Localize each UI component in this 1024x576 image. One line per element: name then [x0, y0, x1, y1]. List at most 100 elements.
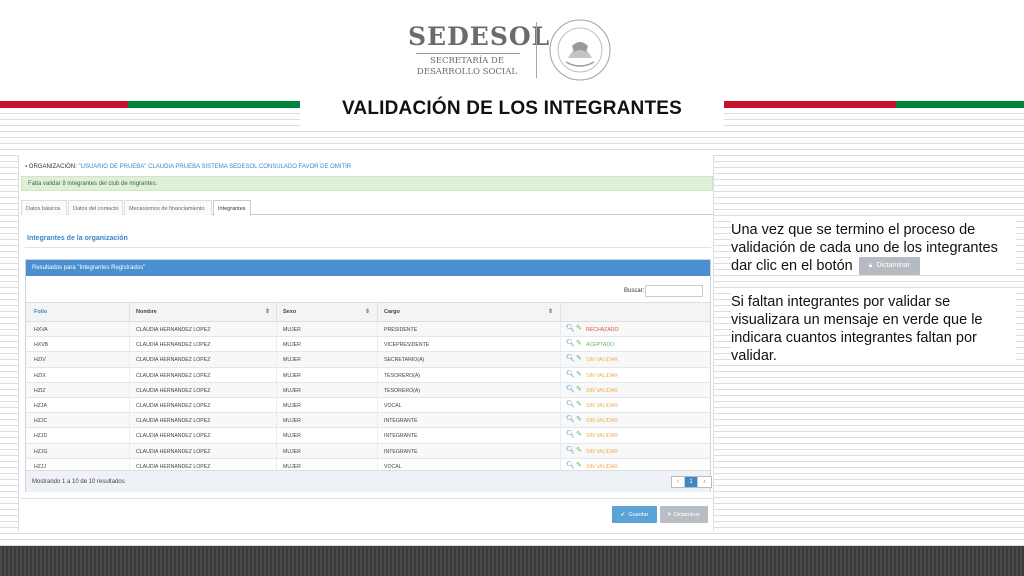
- cell-folio: HXVB: [34, 342, 49, 349]
- col-nombre[interactable]: Nombre: [136, 309, 157, 315]
- pencil-icon[interactable]: ✎: [576, 416, 582, 424]
- cell-folio: HZIV: [34, 357, 46, 364]
- cell-cargo: INTEGRANTE: [384, 418, 418, 425]
- members-table: Folio Nombre ⇕ Sexo ⇕ Cargo ⇕ HXVA CLAUDI…: [26, 302, 710, 474]
- tab-mecanismos[interactable]: Mecanismos de financiamiento: [124, 200, 212, 215]
- table-row: HZIV CLAUDIA HERNANDEZ LOPEZ MUJER SECRETAR…: [26, 352, 710, 368]
- save-button[interactable]: ✔ Guardar: [612, 506, 657, 523]
- cell-folio: HZIZ: [34, 387, 46, 394]
- status-badge: SIN VALIDAR: [586, 387, 618, 394]
- check-icon: ✔: [620, 511, 626, 518]
- col-divider: [377, 367, 378, 383]
- status-badge: SIN VALIDAR: [586, 433, 618, 440]
- cell-cargo: VOCAL: [384, 402, 402, 409]
- col-divider: [276, 397, 277, 413]
- tab-integrantes[interactable]: Integrantes: [213, 200, 251, 216]
- cell-folio: HZJA: [34, 402, 47, 409]
- col-sexo[interactable]: Sexo: [283, 309, 296, 315]
- search-icon[interactable]: 🔍︎: [566, 340, 575, 348]
- inline-dictaminar-button: 🔒︎ Dictaminar: [858, 257, 920, 276]
- col-divider: [276, 337, 277, 353]
- cell-sexo: MUJER: [283, 357, 301, 364]
- pencil-icon[interactable]: ✎: [576, 401, 582, 409]
- col-divider: [377, 322, 378, 337]
- cell-sexo: MUJER: [283, 387, 301, 394]
- col-cargo[interactable]: Cargo: [384, 309, 400, 315]
- lock-icon: 🔒︎: [667, 511, 671, 517]
- status-badge: ACEPTADO: [586, 342, 615, 349]
- table-row: HZJC CLAUDIA HERNANDEZ LOPEZ MUJER INTEGRAN…: [26, 413, 710, 429]
- col-divider: [560, 352, 561, 368]
- cell-folio: HZJJ: [34, 463, 47, 470]
- status-badge: RECHAZADO: [586, 327, 619, 333]
- cell-sexo: MUJER: [283, 327, 301, 333]
- cell-folio: HZJC: [34, 418, 48, 425]
- sort-icon[interactable]: ⇕: [548, 308, 553, 315]
- search-icon[interactable]: 🔍︎: [566, 447, 575, 455]
- col-divider: [129, 413, 130, 429]
- pencil-icon[interactable]: ✎: [576, 447, 582, 455]
- instruction-paragraph-2: Si faltan integrantes por validar se vis…: [731, 293, 1016, 365]
- tab-datos-contacto[interactable]: Datos del contacto: [68, 200, 123, 215]
- cell-nombre: CLAUDIA HERNANDEZ LOPEZ: [136, 387, 211, 394]
- pencil-icon[interactable]: ✎: [576, 431, 582, 439]
- col-divider: [276, 382, 277, 398]
- col-divider: [377, 382, 378, 398]
- col-divider: [276, 428, 277, 444]
- col-divider: [129, 322, 130, 337]
- pencil-icon[interactable]: ✎: [576, 340, 582, 348]
- col-divider: [276, 413, 277, 429]
- pager-next-button[interactable]: ›: [698, 477, 711, 487]
- dictaminar-button[interactable]: 🔒︎ Dictaminar: [660, 506, 708, 523]
- cell-cargo: VICEPRESIDENTE: [384, 342, 430, 349]
- pencil-icon[interactable]: ✎: [576, 462, 582, 470]
- lock-icon: 🔒︎: [868, 262, 873, 270]
- cell-sexo: MUJER: [283, 402, 301, 409]
- search-icon[interactable]: 🔍︎: [566, 325, 575, 333]
- status-badge: SIN VALIDAR: [586, 357, 618, 364]
- pencil-icon[interactable]: ✎: [576, 325, 582, 333]
- org-value[interactable]: "USUARIO DE PRUEBA" CLAUDIA PRUEBA SISTE…: [78, 164, 351, 170]
- cell-nombre: CLAUDIA HERNANDEZ LOPEZ: [136, 357, 211, 364]
- section-title: Integrantes de la organización: [27, 235, 128, 242]
- pencil-icon[interactable]: ✎: [576, 371, 582, 379]
- pencil-icon[interactable]: ✎: [576, 355, 582, 363]
- search-icon[interactable]: 🔍︎: [566, 401, 575, 409]
- mexico-seal-icon: [549, 19, 611, 81]
- logo-subtitle: SECRETARÍA DE DESARROLLO SOCIAL: [408, 56, 526, 78]
- search-icon[interactable]: 🔍︎: [566, 386, 575, 394]
- cell-folio: HZJD: [34, 433, 48, 440]
- col-folio[interactable]: Folio: [34, 309, 47, 315]
- sort-icon[interactable]: ⇕: [365, 308, 370, 315]
- search-icon[interactable]: 🔍︎: [566, 355, 575, 363]
- cell-cargo: PRESIDENTE: [384, 327, 418, 333]
- col-divider: [129, 337, 130, 353]
- search-input[interactable]: [645, 285, 703, 297]
- pager-page-button[interactable]: 1: [685, 477, 698, 487]
- cell-folio: HZIX: [34, 372, 46, 379]
- stripe-red-right: [724, 101, 896, 108]
- col-divider: [276, 322, 277, 337]
- search-icon[interactable]: 🔍︎: [566, 371, 575, 379]
- col-divider: [560, 367, 561, 383]
- search-icon[interactable]: 🔍︎: [566, 431, 575, 439]
- search-icon[interactable]: 🔍︎: [566, 416, 575, 424]
- table-row: HZJD CLAUDIA HERNANDEZ LOPEZ MUJER INTEGRAN…: [26, 428, 710, 444]
- logo-subtitle-line2: DESARROLLO SOCIAL: [416, 67, 518, 77]
- pencil-icon[interactable]: ✎: [576, 386, 582, 394]
- table-row: HZJA CLAUDIA HERNANDEZ LOPEZ MUJER VOCAL 🔍︎ ✎…: [26, 397, 710, 414]
- cell-cargo: INTEGRANTE: [384, 433, 418, 440]
- tab-datos-basicos[interactable]: Datos básicos: [21, 200, 67, 215]
- tab-bar: Datos básicos Datos del contacto Mecanis…: [21, 200, 713, 216]
- col-divider: [129, 352, 130, 368]
- sort-icon[interactable]: ⇕: [265, 308, 270, 315]
- pager-prev-button[interactable]: ‹: [672, 477, 685, 487]
- cell-sexo: MUJER: [283, 433, 301, 440]
- cell-cargo: VOCAL: [384, 463, 402, 470]
- table-row: HZJG CLAUDIA HERNANDEZ LOPEZ MUJER INTEGRAN…: [26, 443, 710, 459]
- search-icon[interactable]: 🔍︎: [566, 462, 575, 470]
- slide-title: VALIDACIÓN DE LOS INTEGRANTES: [341, 98, 683, 119]
- form-divider: [21, 498, 713, 499]
- col-divider: [377, 428, 378, 444]
- status-badge: SIN VALIDAR: [586, 463, 618, 470]
